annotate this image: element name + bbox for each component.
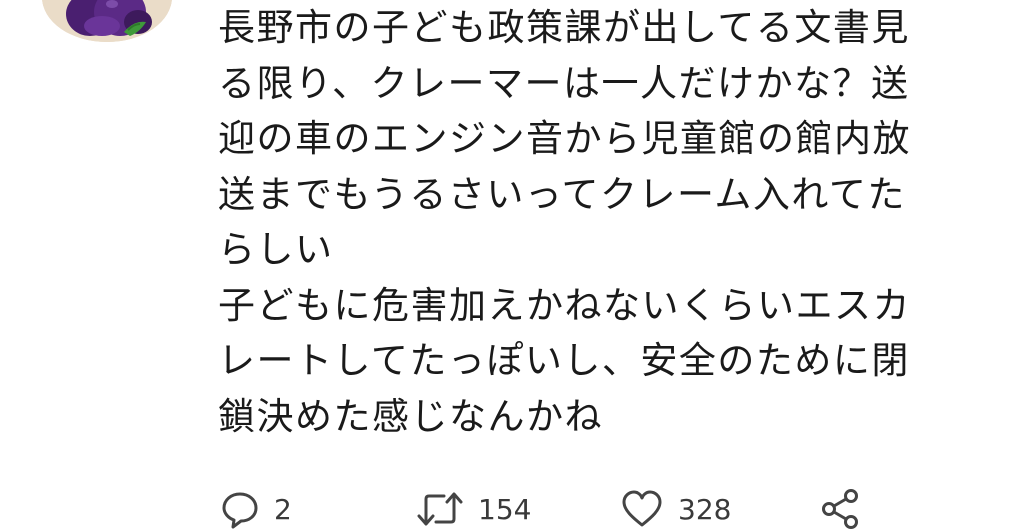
like-button[interactable]: 328 — [620, 486, 731, 532]
tweet-text-line: 迎の車のエンジン音から児童館の館内放 — [218, 117, 911, 160]
share-button[interactable] — [818, 486, 862, 532]
tweet-text-line: 鎖決めた感じなんかね — [218, 394, 603, 438]
tweet-text-line: らしい — [218, 228, 334, 271]
retweet-button[interactable]: 154 — [416, 486, 531, 532]
tweet-text-line: 送までもうるさいってクレーム入れてた — [218, 172, 906, 216]
share-nodes-icon — [818, 487, 862, 531]
tweet-text-line: レートしてたっぽいし、安全のために閉 — [218, 339, 910, 382]
tweet-text-line: る限り、クレーマーは一人だけかな？送 — [218, 61, 910, 105]
tweet-text-line: 長野市の子ども政策課が出してる文書見 — [218, 6, 910, 49]
retweet-arrows-icon — [416, 489, 464, 529]
tweet-text: 長野市の子ども政策課が出してる文書見 る限り、クレーマーは一人だけかな？送 迎の… — [218, 0, 1008, 444]
like-count: 328 — [678, 492, 732, 526]
avatar[interactable] — [42, 0, 172, 42]
speech-bubble-icon — [220, 489, 260, 529]
reply-button[interactable]: 2 — [220, 486, 292, 532]
tweet-action-bar: 2 154 328 — [218, 486, 1018, 532]
tweet-text-line: 子どもに危害加えかねないくらいエスカ — [218, 283, 911, 327]
retweet-count: 154 — [478, 492, 532, 526]
heart-outline-icon — [620, 489, 664, 529]
avatar-eggplant-image — [42, 0, 172, 42]
reply-count: 2 — [274, 492, 292, 526]
